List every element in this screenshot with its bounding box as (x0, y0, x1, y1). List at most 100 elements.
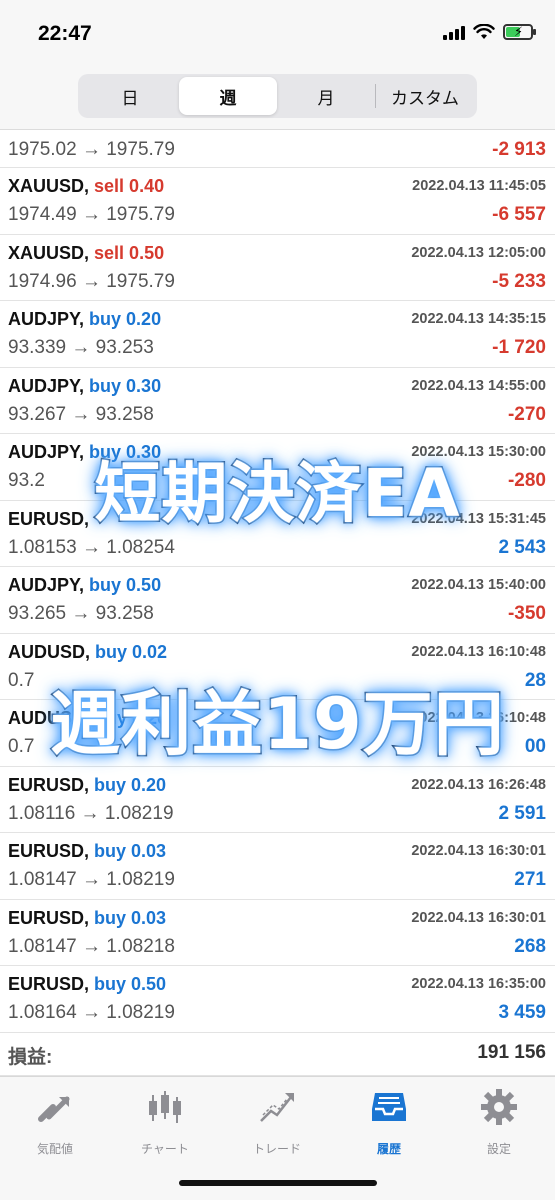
period-segmented-control: 日 週 月 カスタム (78, 74, 477, 118)
trade-side: buy 0.30 (89, 442, 162, 462)
trade-symbol: AUDUSD, buy 0.02 (8, 642, 167, 663)
trade-date: 2022.04.13 11:45:05 (412, 178, 546, 194)
trade-date: 2022.04.13 16:35:00 (411, 976, 546, 992)
trade-prices: 1.08164 → 1.08219 (8, 1002, 175, 1023)
period-custom-label: カスタム (391, 88, 459, 108)
trade-row[interactable]: AUDUSD, buy 0.20 2022.04.13 16:10:48 0.7… (0, 700, 555, 767)
trade-row[interactable]: EURUSD, buy 0.03 2022.04.13 16:30:01 1.0… (0, 833, 555, 900)
trade-symbol: AUDJPY, buy 0.20 (8, 309, 161, 330)
period-week-label: 週 (219, 88, 237, 108)
trade-profit: 271 (514, 869, 546, 890)
trade-row[interactable]: AUDJPY, buy 0.50 2022.04.13 15:40:00 93.… (0, 567, 555, 634)
trade-side: buy 0.03 (94, 907, 167, 928)
trade-row[interactable]: AUDUSD, buy 0.02 2022.04.13 16:10:48 0.7… (0, 634, 555, 700)
trade-symbol: EURUSD, buy 0.03 (8, 908, 166, 929)
status-time: 22:47 (38, 22, 92, 45)
symbol-name: AUDJPY, (8, 309, 85, 329)
trade-symbol: EURUSD, buy 0.03 (8, 841, 166, 862)
trade-profit: -1 720 (492, 337, 546, 358)
trade-side: buy 0.02 (95, 641, 168, 662)
trade-profit: 28 (524, 669, 546, 691)
trade-profit: 2 591 (498, 802, 546, 824)
quotes-arrows-icon (38, 1096, 70, 1122)
trade-side: sell 0.40 (94, 176, 165, 196)
trade-side: buy 0.50 (94, 974, 167, 994)
battery-charging-icon: ⚡ (503, 24, 536, 40)
trade-side: buy 0.20 (89, 309, 162, 329)
tab-settings[interactable]: 設定 (454, 1087, 544, 1157)
trade-date: 2022.04.13 15:31:45 (411, 510, 546, 527)
trade-prices: 1.08147 → 1.08219 (8, 869, 175, 890)
symbol-name: XAUUSD, (8, 176, 90, 196)
trade-prices: 0.7 (8, 736, 35, 757)
trade-profit: 00 (524, 736, 546, 757)
symbol-name: AUDUSD, (8, 641, 91, 662)
period-toolbar: 日 週 月 カスタム (0, 66, 555, 130)
symbol-name: AUDJPY, (8, 442, 85, 462)
trade-date: 2022.04.13 16:10:48 (411, 710, 546, 726)
period-month-label: 月 (317, 88, 335, 108)
trade-row[interactable]: AUDJPY, buy 0.20 2022.04.13 14:35:15 93.… (0, 301, 555, 368)
trade-symbol: AUDJPY, buy 0.30 (8, 442, 161, 463)
trade-side: buy 0.30 (89, 375, 162, 396)
trade-prices: 1974.49 → 1975.79 (8, 204, 175, 225)
tab-history-label: 履歴 (376, 1142, 401, 1156)
trade-row[interactable]: EURUSD, buy 0.50 2022.04.13 16:35:00 1.0… (0, 966, 555, 1033)
trade-symbol: EURUSD, (8, 509, 89, 530)
trade-row[interactable]: XAUUSD, sell 0.50 2022.04.13 12:05:00 19… (0, 235, 555, 301)
period-month-tab[interactable]: 月 (277, 77, 375, 115)
trade-row[interactable]: AUDJPY, buy 0.30 2022.04.13 15:30:00 93.… (0, 434, 555, 501)
trade-prices: 93.339 → 93.253 (8, 337, 154, 358)
trade-row[interactable]: EURUSD, buy 0.20 2022.04.13 16:26:48 1.0… (0, 767, 555, 833)
trade-prices: 93.265 → 93.258 (8, 603, 154, 624)
period-day-tab[interactable]: 日 (81, 77, 179, 115)
tab-chart[interactable]: チャート (120, 1087, 210, 1157)
tab-history[interactable]: 履歴 (344, 1087, 434, 1157)
tab-settings-label: 設定 (486, 1142, 511, 1156)
trade-symbol: EURUSD, buy 0.20 (8, 775, 166, 796)
trade-symbol: XAUUSD, sell 0.50 (8, 243, 164, 264)
trade-date: 2022.04.13 16:30:01 (411, 843, 546, 859)
home-indicator[interactable] (179, 1180, 377, 1186)
trade-row[interactable]: 1975.02 → 1975.79 -2 913 (0, 131, 555, 168)
history-inbox-icon (372, 1093, 406, 1121)
trade-date: 2022.04.13 16:30:01 (411, 909, 546, 926)
candlestick-chart-icon (149, 1091, 181, 1123)
trade-row[interactable]: EURUSD, 2022.04.13 15:31:45 1.08153 → 1.… (0, 501, 555, 567)
trade-row[interactable]: EURUSD, buy 0.03 2022.04.13 16:30:01 1.0… (0, 900, 555, 966)
trade-profit: 3 459 (498, 1002, 546, 1023)
symbol-name: AUDJPY, (8, 575, 85, 595)
trade-side: sell 0.50 (94, 242, 165, 263)
trade-date: 2022.04.13 14:55:00 (411, 377, 546, 394)
trade-profit: -5 233 (492, 270, 546, 292)
symbol-name: EURUSD, (8, 841, 90, 861)
trade-prices: 1.08116 → 1.08219 (8, 802, 174, 824)
trade-prices: 0.7 (8, 669, 35, 691)
tab-chart-label: チャート (141, 1142, 189, 1156)
total-profit-row: 損益: 191 156 (0, 1036, 555, 1076)
trade-profit: 2 543 (498, 536, 546, 558)
trade-symbol: XAUUSD, sell 0.40 (8, 176, 164, 197)
trade-profit: -350 (507, 603, 546, 624)
trade-prices: 93.2 (8, 470, 45, 491)
trade-prices: 1.08147 → 1.08218 (8, 935, 175, 957)
period-custom-tab[interactable]: カスタム (376, 77, 474, 115)
symbol-name: EURUSD, (8, 907, 90, 928)
trade-history-list: 1975.02 → 1975.79 -2 913 XAUUSD, sell 0.… (0, 131, 555, 1033)
trade-date: 2022.04.13 12:05:00 (411, 244, 546, 261)
period-day-label: 日 (121, 88, 139, 108)
trade-line-icon (260, 1093, 294, 1122)
tab-quotes[interactable]: 気配値 (10, 1087, 100, 1157)
total-value: 191 156 (477, 1042, 546, 1063)
trade-row[interactable]: XAUUSD, sell 0.40 2022.04.13 11:45:05 19… (0, 168, 555, 235)
trade-row[interactable]: AUDJPY, buy 0.30 2022.04.13 14:55:00 93.… (0, 368, 555, 434)
trade-date: 2022.04.13 16:26:48 (411, 776, 546, 793)
period-week-tab[interactable]: 週 (179, 77, 277, 115)
total-label: 損益: (8, 1047, 53, 1068)
tab-trade[interactable]: トレード (232, 1087, 322, 1157)
trade-date: 2022.04.13 15:30:00 (411, 444, 546, 460)
trade-prices: 1975.02 → 1975.79 (8, 139, 175, 160)
trade-profit: -280 (507, 470, 546, 491)
trade-profit: -6 557 (492, 204, 546, 225)
status-icons: ⚡ (443, 24, 536, 40)
